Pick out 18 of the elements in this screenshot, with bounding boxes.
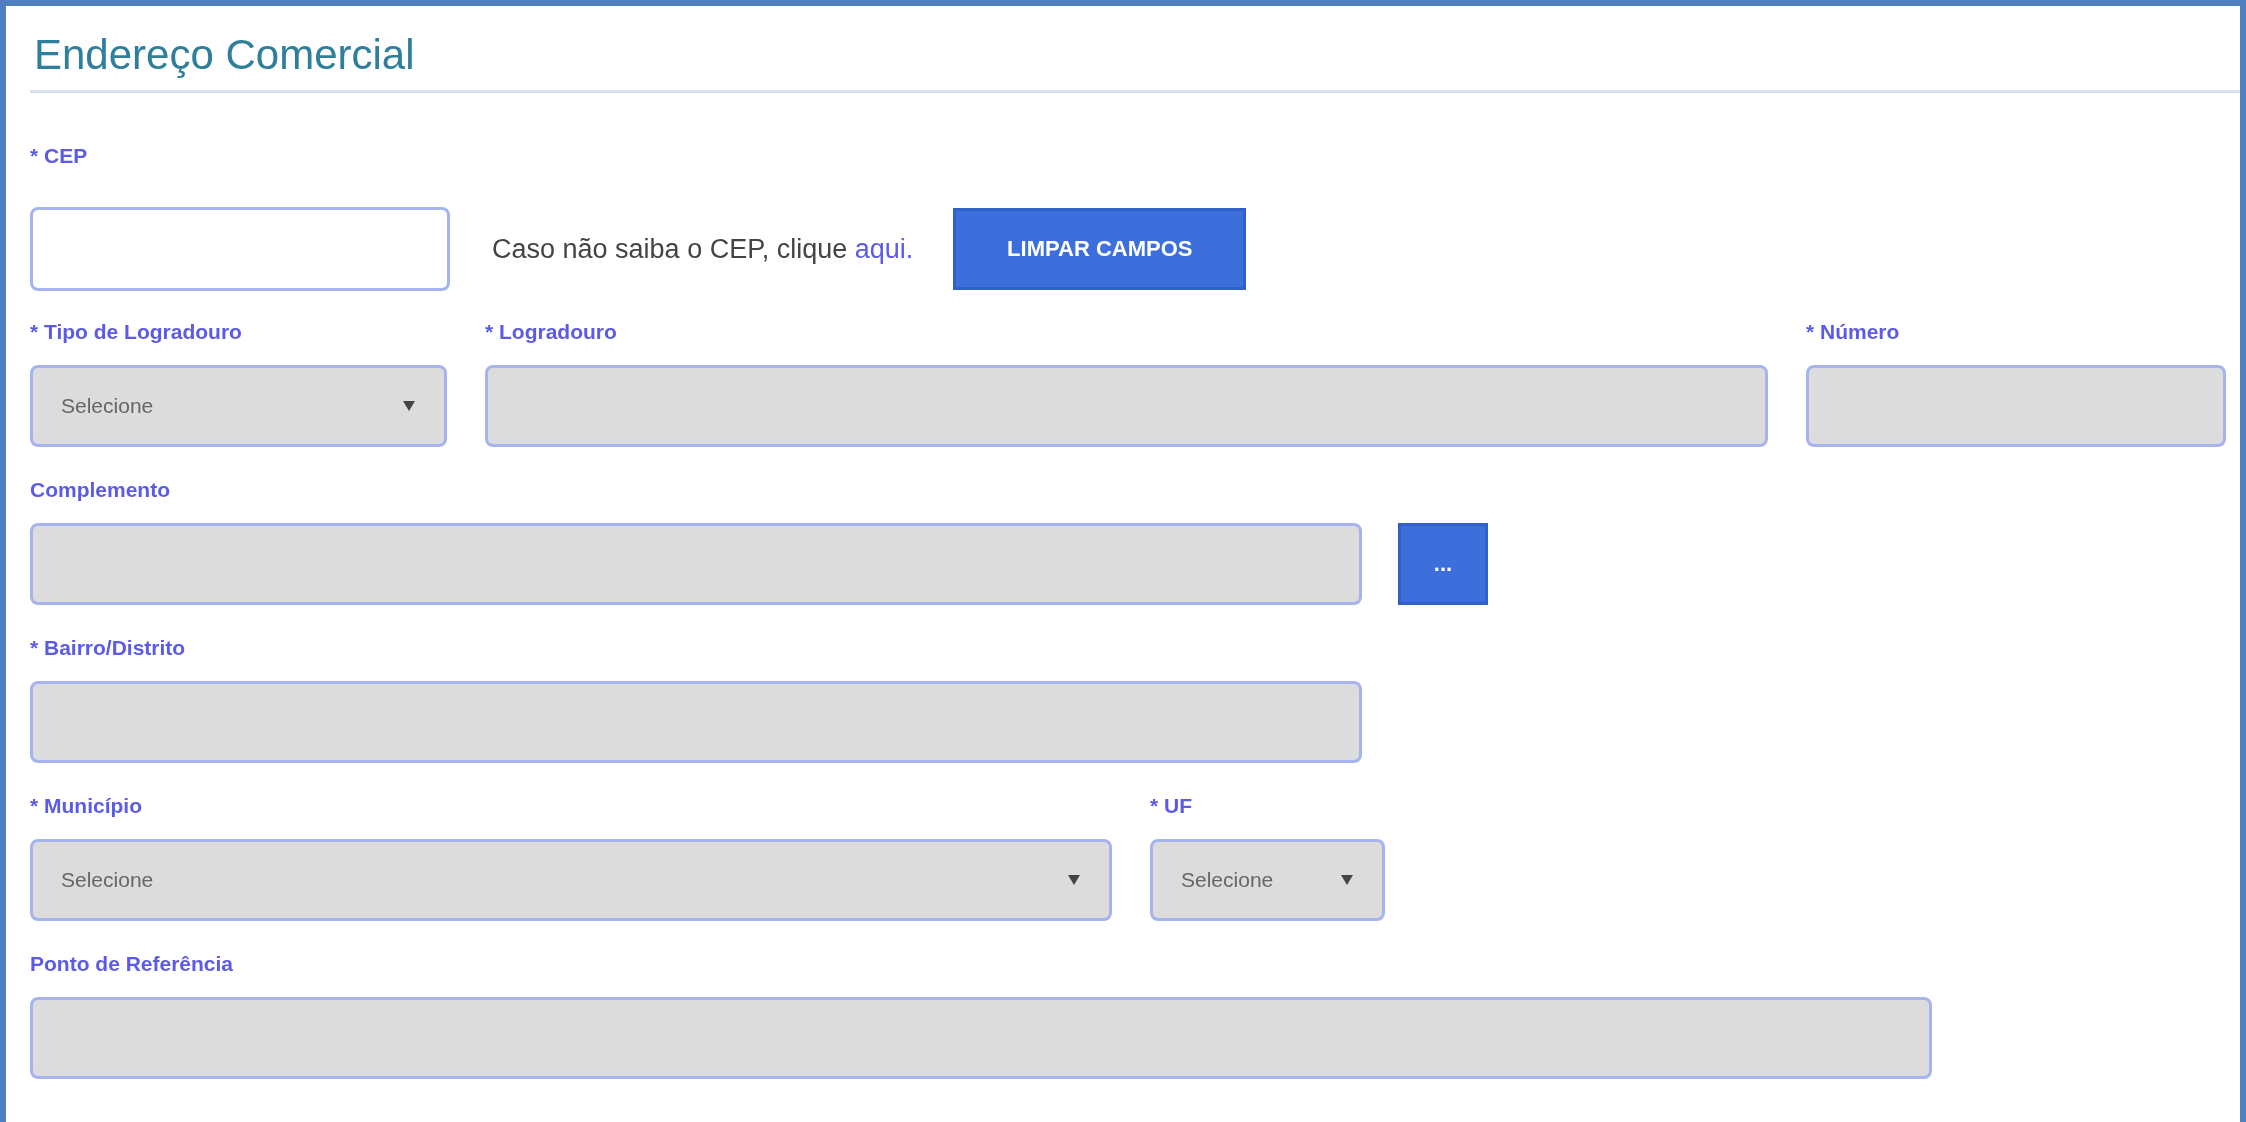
hint-text: Caso não saiba o CEP, clique aqui. <box>492 233 914 265</box>
field-label: * Logradouro <box>485 319 618 345</box>
field-label: Ponto de Referência <box>30 951 235 977</box>
field-label: * UF <box>1150 793 1193 819</box>
more-button[interactable]: ... <box>1398 523 1488 605</box>
field-label: Complemento <box>30 477 171 503</box>
caret-icon <box>402 400 416 412</box>
caret-icon <box>1067 874 1081 886</box>
field-label: * Bairro/Distrito <box>30 635 187 661</box>
cep-field[interactable] <box>30 207 450 291</box>
clear-button[interactable]: LIMPAR CAMPOS <box>953 208 1247 290</box>
field-label: * Município <box>30 793 143 819</box>
field-label: * CEP <box>30 143 89 169</box>
section-title: Endereço Comercial <box>30 6 2240 93</box>
field-label: * Número <box>1806 319 1901 345</box>
help-link[interactable]: aqui. <box>854 233 914 264</box>
caret-icon <box>1340 874 1354 886</box>
field-label: * Tipo de Logradouro <box>30 319 243 345</box>
